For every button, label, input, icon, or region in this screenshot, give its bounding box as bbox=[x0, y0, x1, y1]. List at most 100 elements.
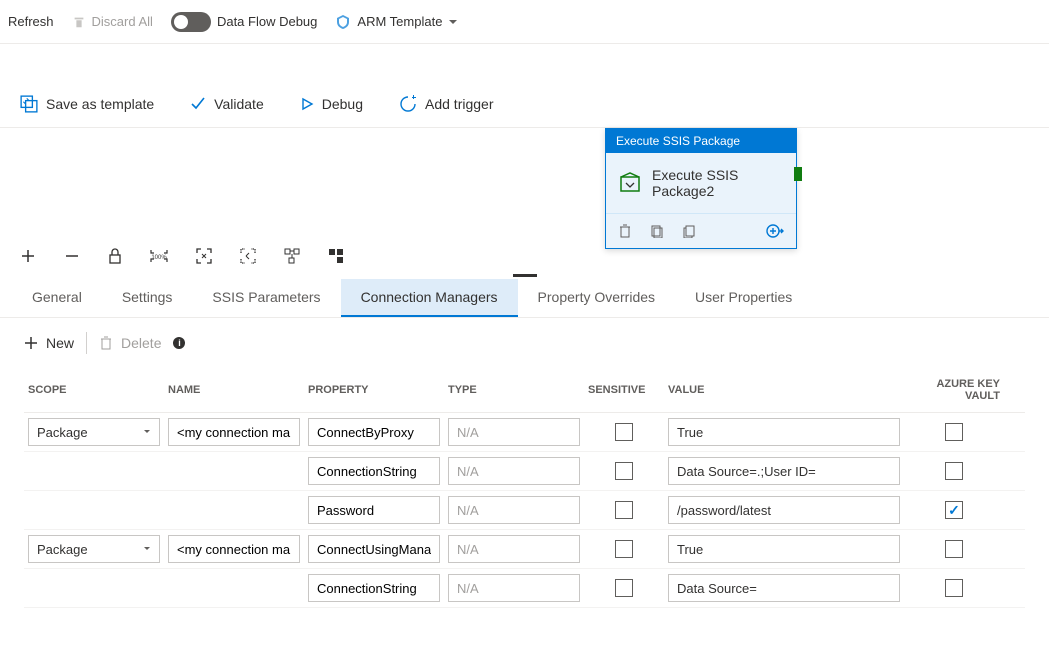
activity-type-label: Execute SSIS Package bbox=[616, 134, 740, 148]
new-label: New bbox=[46, 335, 74, 351]
property-input[interactable] bbox=[308, 535, 440, 563]
sensitive-checkbox[interactable] bbox=[615, 462, 633, 480]
value-input[interactable]: /password/latest bbox=[668, 496, 900, 524]
azure-key-vault-checkbox[interactable] bbox=[945, 540, 963, 558]
delete-icon[interactable] bbox=[618, 224, 632, 238]
col-type: TYPE bbox=[444, 384, 584, 396]
value-input[interactable]: True bbox=[668, 535, 900, 563]
new-button[interactable]: New bbox=[24, 335, 74, 351]
azure-key-vault-checkbox[interactable] bbox=[945, 462, 963, 480]
save-as-template-label: Save as template bbox=[46, 96, 154, 112]
activity-card-footer bbox=[606, 213, 796, 248]
auto-align-icon[interactable] bbox=[284, 248, 300, 264]
refresh-label: Refresh bbox=[8, 14, 54, 29]
tab-ssis-parameters[interactable]: SSIS Parameters bbox=[192, 279, 340, 317]
type-input bbox=[448, 418, 580, 446]
panel-drag-handle[interactable] bbox=[513, 274, 537, 277]
tab-general[interactable]: General bbox=[12, 279, 102, 317]
clone-icon[interactable] bbox=[650, 224, 664, 238]
tab-property-overrides[interactable]: Property Overrides bbox=[518, 279, 675, 317]
zoom-out-icon[interactable] bbox=[64, 248, 80, 264]
scope-select[interactable]: Package bbox=[28, 535, 160, 563]
discard-all-button[interactable]: Discard All bbox=[72, 14, 153, 29]
zoom-fit-icon[interactable] bbox=[196, 248, 212, 264]
activity-card-body: Execute SSIS Package2 bbox=[606, 153, 796, 213]
azure-key-vault-checkbox[interactable] bbox=[945, 501, 963, 519]
type-input bbox=[448, 574, 580, 602]
data-flow-debug-label: Data Flow Debug bbox=[217, 14, 317, 29]
plus-icon bbox=[24, 336, 38, 350]
data-flow-debug-toggle-group: Data Flow Debug bbox=[171, 12, 317, 32]
value-input[interactable]: Data Source= bbox=[668, 574, 900, 602]
canvas-tools: 100% bbox=[0, 238, 1049, 274]
arm-template-dropdown[interactable]: ARM Template bbox=[335, 14, 458, 30]
tab-settings[interactable]: Settings bbox=[102, 279, 193, 317]
svg-text:100%: 100% bbox=[151, 255, 167, 261]
copy-icon[interactable] bbox=[682, 224, 696, 238]
refresh-button[interactable]: Refresh bbox=[8, 14, 54, 29]
arm-template-label: ARM Template bbox=[357, 14, 442, 29]
azure-key-vault-checkbox[interactable] bbox=[945, 423, 963, 441]
activity-name: Execute SSIS Package2 bbox=[652, 167, 784, 199]
connection-managers-grid: SCOPE NAME PROPERTY TYPE SENSITIVE VALUE… bbox=[0, 368, 1049, 608]
save-template-icon bbox=[20, 95, 38, 113]
lock-icon[interactable] bbox=[108, 248, 122, 264]
name-input[interactable] bbox=[168, 418, 300, 446]
type-input bbox=[448, 496, 580, 524]
name-input[interactable] bbox=[168, 535, 300, 563]
add-trigger-label: Add trigger bbox=[425, 96, 493, 112]
debug-button[interactable]: Debug bbox=[300, 96, 363, 112]
add-output-icon[interactable] bbox=[766, 222, 784, 240]
property-input[interactable] bbox=[308, 457, 440, 485]
sensitive-checkbox[interactable] bbox=[615, 501, 633, 519]
sensitive-checkbox[interactable] bbox=[615, 540, 633, 558]
row-toolbar: New Delete i bbox=[0, 318, 1049, 368]
debug-icon bbox=[300, 97, 314, 111]
azure-key-vault-checkbox[interactable] bbox=[945, 579, 963, 597]
table-row: /password/latest bbox=[24, 491, 1025, 530]
type-input bbox=[448, 535, 580, 563]
sensitive-checkbox[interactable] bbox=[615, 423, 633, 441]
pipeline-canvas[interactable]: Execute SSIS Package Execute SSIS Packag… bbox=[0, 128, 1049, 238]
table-row: Package True bbox=[24, 530, 1025, 569]
type-input bbox=[448, 457, 580, 485]
property-input[interactable] bbox=[308, 418, 440, 446]
properties-tabs: General Settings SSIS Parameters Connect… bbox=[0, 279, 1049, 318]
discard-icon bbox=[72, 15, 86, 29]
property-input[interactable] bbox=[308, 574, 440, 602]
validate-icon bbox=[190, 96, 206, 112]
tab-connection-managers[interactable]: Connection Managers bbox=[341, 279, 518, 317]
sensitive-checkbox[interactable] bbox=[615, 579, 633, 597]
zoom-reset-icon[interactable]: 100% bbox=[150, 249, 168, 263]
save-as-template-button[interactable]: Save as template bbox=[20, 95, 154, 113]
activity-card[interactable]: Execute SSIS Package Execute SSIS Packag… bbox=[605, 128, 797, 249]
property-input[interactable] bbox=[308, 496, 440, 524]
delete-button[interactable]: Delete bbox=[99, 335, 161, 351]
value-input[interactable]: True bbox=[668, 418, 900, 446]
col-property: PROPERTY bbox=[304, 384, 444, 396]
grid-header: SCOPE NAME PROPERTY TYPE SENSITIVE VALUE… bbox=[24, 368, 1025, 413]
col-sensitive: SENSITIVE bbox=[584, 384, 664, 396]
scope-select[interactable]: Package bbox=[28, 418, 160, 446]
col-scope: SCOPE bbox=[24, 384, 164, 396]
data-flow-debug-toggle[interactable] bbox=[171, 12, 211, 32]
zoom-in-icon[interactable] bbox=[20, 248, 36, 264]
success-indicator bbox=[794, 167, 802, 181]
toolbar-separator bbox=[86, 332, 87, 354]
table-row: Data Source=.;User ID= bbox=[24, 452, 1025, 491]
arm-template-icon bbox=[335, 14, 351, 30]
info-icon[interactable]: i bbox=[173, 337, 185, 349]
discard-all-label: Discard All bbox=[92, 14, 153, 29]
validate-button[interactable]: Validate bbox=[190, 96, 264, 112]
add-trigger-button[interactable]: Add trigger bbox=[399, 95, 493, 113]
chevron-down-icon bbox=[448, 17, 458, 27]
fullscreen-icon[interactable] bbox=[240, 248, 256, 264]
value-input[interactable]: Data Source=.;User ID= bbox=[668, 457, 900, 485]
ssis-package-icon bbox=[618, 171, 642, 195]
delete-label: Delete bbox=[121, 335, 161, 351]
minimap-icon[interactable] bbox=[328, 248, 344, 264]
col-akv: AZURE KEY VAULT bbox=[904, 378, 1004, 402]
top-toolbar: Refresh Discard All Data Flow Debug ARM … bbox=[0, 0, 1049, 44]
trash-icon bbox=[99, 336, 113, 350]
tab-user-properties[interactable]: User Properties bbox=[675, 279, 812, 317]
